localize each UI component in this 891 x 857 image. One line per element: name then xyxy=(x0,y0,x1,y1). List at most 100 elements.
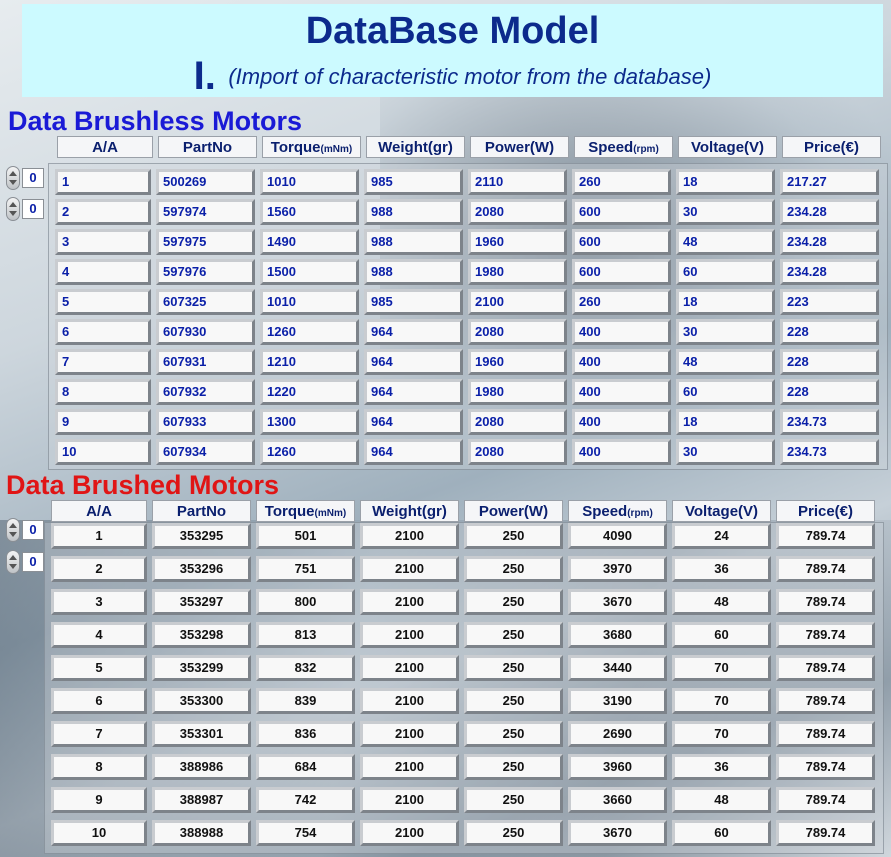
table-cell[interactable]: 234.28 xyxy=(780,229,879,255)
table-cell[interactable]: 3440 xyxy=(568,655,667,681)
table-cell[interactable]: 60 xyxy=(676,259,775,285)
table-cell[interactable]: 789.74 xyxy=(776,655,875,681)
table-cell[interactable]: 70 xyxy=(672,688,771,714)
table-cell[interactable]: 234.28 xyxy=(780,259,879,285)
table-cell[interactable]: 234.28 xyxy=(780,199,879,225)
table-cell[interactable]: 500269 xyxy=(156,169,255,195)
table-cell[interactable]: 400 xyxy=(572,409,671,435)
table-cell[interactable]: 3970 xyxy=(568,556,667,582)
table-cell[interactable]: 751 xyxy=(256,556,355,582)
table-cell[interactable]: 260 xyxy=(572,289,671,315)
table-cell[interactable]: 36 xyxy=(672,754,771,780)
table-cell[interactable]: 3 xyxy=(55,229,151,255)
table-cell[interactable]: 789.74 xyxy=(776,589,875,615)
table-cell[interactable]: 388988 xyxy=(152,820,251,846)
table-cell[interactable]: 353299 xyxy=(152,655,251,681)
table-cell[interactable]: 988 xyxy=(364,229,463,255)
table-cell[interactable]: 2100 xyxy=(360,754,459,780)
table-cell[interactable]: 2100 xyxy=(360,655,459,681)
table-cell[interactable]: 2100 xyxy=(360,622,459,648)
table-cell[interactable]: 2100 xyxy=(360,688,459,714)
table-cell[interactable]: 789.74 xyxy=(776,754,875,780)
table-cell[interactable]: 789.74 xyxy=(776,688,875,714)
table-cell[interactable]: 10 xyxy=(55,439,151,465)
table-cell[interactable]: 988 xyxy=(364,199,463,225)
table-cell[interactable]: 2080 xyxy=(468,439,567,465)
table-cell[interactable]: 2080 xyxy=(468,409,567,435)
table-cell[interactable]: 60 xyxy=(672,622,771,648)
table-cell[interactable]: 2080 xyxy=(468,319,567,345)
table-cell[interactable]: 217.27 xyxy=(780,169,879,195)
spinner-value[interactable]: 0 xyxy=(22,520,44,540)
table-cell[interactable]: 501 xyxy=(256,523,355,549)
table-cell[interactable]: 3190 xyxy=(568,688,667,714)
table-cell[interactable]: 2690 xyxy=(568,721,667,747)
table-cell[interactable]: 36 xyxy=(672,556,771,582)
spinner-value[interactable]: 0 xyxy=(22,168,44,188)
table-cell[interactable]: 228 xyxy=(780,319,879,345)
table-cell[interactable]: 1980 xyxy=(468,379,567,405)
table-cell[interactable]: 964 xyxy=(364,319,463,345)
table-cell[interactable]: 250 xyxy=(464,523,563,549)
table-cell[interactable]: 985 xyxy=(364,169,463,195)
table-cell[interactable]: 2100 xyxy=(360,556,459,582)
table-cell[interactable]: 1010 xyxy=(260,169,359,195)
brushless-index-spinner[interactable]: 0 xyxy=(6,197,44,221)
table-cell[interactable]: 70 xyxy=(672,721,771,747)
table-cell[interactable]: 250 xyxy=(464,589,563,615)
table-cell[interactable]: 813 xyxy=(256,622,355,648)
table-cell[interactable]: 30 xyxy=(676,439,775,465)
table-cell[interactable]: 7 xyxy=(55,349,151,375)
table-cell[interactable]: 607931 xyxy=(156,349,255,375)
spinner-arrows-icon[interactable] xyxy=(6,550,20,574)
table-cell[interactable]: 18 xyxy=(676,289,775,315)
table-cell[interactable]: 1300 xyxy=(260,409,359,435)
spinner-arrows-icon[interactable] xyxy=(6,197,20,221)
table-cell[interactable]: 2100 xyxy=(360,523,459,549)
table-cell[interactable]: 1490 xyxy=(260,229,359,255)
table-cell[interactable]: 400 xyxy=(572,319,671,345)
table-cell[interactable]: 48 xyxy=(676,349,775,375)
table-cell[interactable]: 388986 xyxy=(152,754,251,780)
table-cell[interactable]: 24 xyxy=(672,523,771,549)
brushed-index-spinner[interactable]: 0 xyxy=(6,518,44,542)
table-cell[interactable]: 1210 xyxy=(260,349,359,375)
table-cell[interactable]: 789.74 xyxy=(776,523,875,549)
table-cell[interactable]: 223 xyxy=(780,289,879,315)
brushed-index-spinner[interactable]: 0 xyxy=(6,550,44,574)
table-cell[interactable]: 832 xyxy=(256,655,355,681)
table-cell[interactable]: 400 xyxy=(572,439,671,465)
table-cell[interactable]: 60 xyxy=(676,379,775,405)
table-cell[interactable]: 30 xyxy=(676,199,775,225)
brushless-index-spinner[interactable]: 0 xyxy=(6,166,44,190)
table-cell[interactable]: 754 xyxy=(256,820,355,846)
table-cell[interactable]: 1 xyxy=(51,523,147,549)
table-cell[interactable]: 353297 xyxy=(152,589,251,615)
table-cell[interactable]: 9 xyxy=(55,409,151,435)
table-cell[interactable]: 388987 xyxy=(152,787,251,813)
table-cell[interactable]: 250 xyxy=(464,622,563,648)
table-cell[interactable]: 1260 xyxy=(260,439,359,465)
table-cell[interactable]: 836 xyxy=(256,721,355,747)
table-cell[interactable]: 353300 xyxy=(152,688,251,714)
table-cell[interactable]: 48 xyxy=(672,787,771,813)
table-cell[interactable]: 250 xyxy=(464,820,563,846)
table-cell[interactable]: 250 xyxy=(464,787,563,813)
table-cell[interactable]: 2110 xyxy=(468,169,567,195)
table-cell[interactable]: 60 xyxy=(672,820,771,846)
table-cell[interactable]: 684 xyxy=(256,754,355,780)
table-cell[interactable]: 250 xyxy=(464,721,563,747)
spinner-value[interactable]: 0 xyxy=(22,552,44,572)
table-cell[interactable]: 2 xyxy=(55,199,151,225)
table-cell[interactable]: 400 xyxy=(572,379,671,405)
table-cell[interactable]: 353296 xyxy=(152,556,251,582)
table-cell[interactable]: 30 xyxy=(676,319,775,345)
table-cell[interactable]: 800 xyxy=(256,589,355,615)
table-cell[interactable]: 789.74 xyxy=(776,556,875,582)
table-cell[interactable]: 228 xyxy=(780,349,879,375)
table-cell[interactable]: 789.74 xyxy=(776,721,875,747)
table-cell[interactable]: 10 xyxy=(51,820,147,846)
table-cell[interactable]: 400 xyxy=(572,349,671,375)
table-cell[interactable]: 1960 xyxy=(468,229,567,255)
table-cell[interactable]: 964 xyxy=(364,349,463,375)
